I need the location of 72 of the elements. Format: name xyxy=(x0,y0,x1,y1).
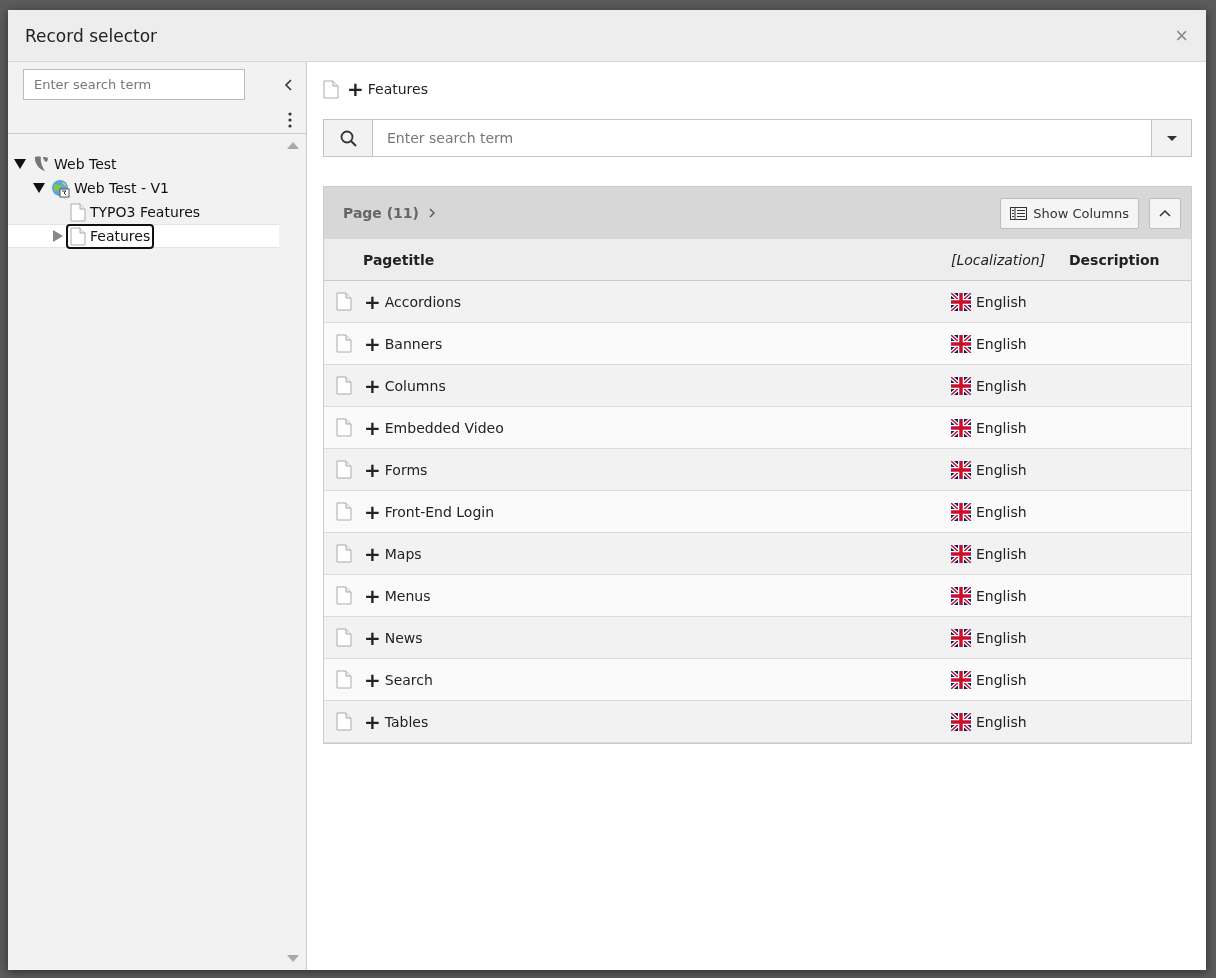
tree-item[interactable]: Features xyxy=(66,223,155,249)
page-link[interactable]: + Menus xyxy=(364,585,431,606)
columns-icon xyxy=(1010,206,1028,220)
language-label: English xyxy=(976,335,1027,352)
page-icon xyxy=(336,376,352,395)
chevron-right-icon xyxy=(429,208,435,218)
search-icon xyxy=(339,129,357,147)
page-icon xyxy=(336,628,352,647)
page-icon xyxy=(70,202,86,222)
chevron-left-icon xyxy=(284,78,292,91)
flag-icon xyxy=(951,544,971,563)
flag-icon xyxy=(951,292,971,311)
page-link[interactable]: + Accordions xyxy=(364,291,462,312)
flag-icon xyxy=(951,586,971,605)
collapsed-caret-icon[interactable] xyxy=(52,230,64,242)
tree-item[interactable]: Web Test - V1 xyxy=(47,175,173,201)
tree-item[interactable]: Web Test xyxy=(28,152,121,176)
page-icon xyxy=(336,712,352,731)
page-icon xyxy=(336,502,352,521)
language-label: English xyxy=(976,671,1027,688)
column-header: Pagetitle xyxy=(363,251,435,268)
page-icon xyxy=(336,292,352,311)
page-link[interactable]: + Maps xyxy=(364,543,422,564)
language-label: English xyxy=(976,377,1027,394)
page-icon xyxy=(336,544,352,563)
page-icon xyxy=(336,460,352,479)
page-link[interactable]: + Banners xyxy=(364,333,443,354)
page-icon xyxy=(323,79,339,99)
page-link[interactable]: + News xyxy=(364,627,423,648)
window-title: Record selector xyxy=(25,25,158,46)
flag-icon xyxy=(951,502,971,521)
page-icon xyxy=(336,334,352,353)
flag-icon xyxy=(951,418,971,437)
page-link[interactable]: + Search xyxy=(364,669,433,690)
search-button[interactable] xyxy=(323,119,373,157)
language-label: English xyxy=(976,713,1027,730)
more-icon xyxy=(288,112,292,128)
page-link[interactable]: + Front-End Login xyxy=(364,501,495,522)
column-header: Description xyxy=(1069,251,1160,268)
flag-icon xyxy=(951,376,971,395)
flag-icon xyxy=(951,712,971,731)
language-label: English xyxy=(976,461,1027,478)
page-icon xyxy=(336,670,352,689)
page-icon xyxy=(336,418,352,437)
flag-icon xyxy=(951,460,971,479)
search-field[interactable]: Enter search term xyxy=(373,119,1151,157)
logo-icon xyxy=(32,155,50,173)
caret-icon xyxy=(1166,135,1177,141)
globe-icon xyxy=(51,178,70,198)
page-link[interactable]: + Features xyxy=(347,79,428,99)
language-label: English xyxy=(976,629,1027,646)
show-columns-button[interactable]: Show Columns xyxy=(1000,197,1139,229)
page-icon xyxy=(336,586,352,605)
chevron-up-icon xyxy=(1159,209,1171,217)
language-label: English xyxy=(976,587,1027,604)
language-label: English xyxy=(976,503,1027,520)
page-link[interactable]: + Embedded Video xyxy=(364,417,504,438)
search-field[interactable]: Enter search term xyxy=(23,69,245,100)
language-label: English xyxy=(976,293,1027,310)
expanded-caret-icon[interactable] xyxy=(14,158,26,170)
page-link[interactable]: + Tables xyxy=(364,711,429,732)
flag-icon xyxy=(951,628,971,647)
language-label: English xyxy=(976,419,1027,436)
column-header: [Localization] xyxy=(951,251,1046,268)
language-label: English xyxy=(976,545,1027,562)
flag-icon xyxy=(951,334,971,353)
expanded-caret-icon[interactable] xyxy=(33,182,45,194)
page-link[interactable]: + Forms xyxy=(364,459,428,480)
tree-item[interactable]: TYPO3 Features xyxy=(66,199,205,225)
table-title[interactable]: Page (11) xyxy=(343,205,435,221)
page-link[interactable]: + Columns xyxy=(364,375,446,396)
flag-icon xyxy=(951,670,971,689)
